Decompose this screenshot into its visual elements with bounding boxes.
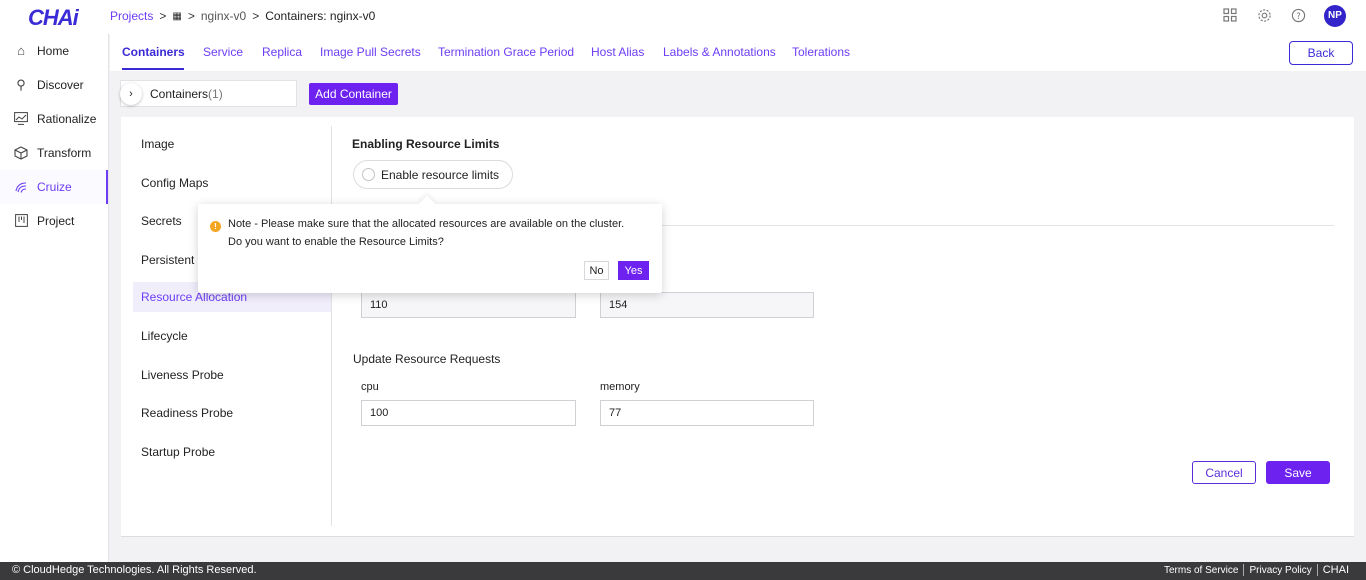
back-button[interactable]: Back [1289,41,1353,65]
tabs-bar: Containers Service Replica Image Pull Se… [110,34,1366,71]
sidebar-item-home[interactable]: ⌂ Home [0,34,108,68]
home-icon: ⌂ [17,43,25,58]
no-button[interactable]: No [584,261,609,280]
sidebar-item-project[interactable]: Project [0,204,108,238]
menu-item-startup-probe[interactable]: Startup Probe [141,445,215,459]
radio-icon [362,168,375,181]
header-actions: ? NP [1222,5,1366,27]
save-button[interactable]: Save [1266,461,1330,484]
cube-icon [14,146,28,160]
privacy-link[interactable]: Privacy Policy [1244,565,1316,576]
menu-item-persistent-volume[interactable]: Persistent V [141,253,206,267]
user-avatar[interactable]: NP [1324,5,1346,27]
breadcrumb-separator: > [159,9,167,23]
chevron-right-icon[interactable]: › [120,82,142,105]
svg-text:?: ? [1296,11,1300,21]
breadcrumb-project[interactable]: nginx-v0 [201,9,246,23]
tab-tolerations[interactable]: Tolerations [792,45,850,59]
grid-icon[interactable]: ▦ [172,11,181,22]
limit-memory-field[interactable]: 154 [600,292,814,318]
chai-logo[interactable]: CHAi [28,5,79,31]
terms-link[interactable]: Terms of Service [1159,565,1243,576]
tab-service[interactable]: Service [203,45,243,59]
sidebar-item-label: Transform [37,146,92,160]
breadcrumb: Projects > ▦ > nginx-v0 > Containers: ng… [110,9,375,23]
panel-divider [331,126,332,526]
cancel-button[interactable]: Cancel [1192,461,1256,484]
sidebar-item-label: Project [37,214,75,228]
breadcrumb-separator: > [187,9,195,23]
menu-item-readiness-probe[interactable]: Readiness Probe [141,406,233,420]
help-icon[interactable]: ? [1290,8,1306,24]
warning-icon: ! [210,221,221,232]
container-config-panel: Image Config Maps Secrets Persistent V R… [121,117,1354,537]
top-bar: CHAi Projects > ▦ > nginx-v0 > Container… [0,0,1366,34]
requests-title: Update Resource Requests [353,352,501,366]
tab-image-pull-secrets[interactable]: Image Pull Secrets [320,45,421,59]
sidebar-item-cruize[interactable]: Cruize [0,170,108,204]
board-icon [14,214,28,228]
tab-termination-grace-period[interactable]: Termination Grace Period [438,45,574,59]
search-icon: ⚲ [16,77,26,92]
menu-item-config-maps[interactable]: Config Maps [141,176,208,190]
fingerprint-icon [14,180,28,194]
copyright-text: © CloudHedge Technologies. All Rights Re… [12,564,257,576]
breadcrumb-separator: > [252,9,260,23]
limit-cpu-field[interactable]: 110 [361,292,576,318]
chart-icon [14,112,28,126]
sidebar-item-label: Home [37,44,70,58]
request-memory-input[interactable]: 77 [600,400,814,426]
tab-containers[interactable]: Containers [122,45,185,59]
breadcrumb-projects[interactable]: Projects [110,9,153,23]
sidebar-item-transform[interactable]: Transform [0,136,108,170]
active-tab-indicator [122,68,184,70]
breadcrumb-current: Containers: nginx-v0 [265,9,376,23]
tab-host-alias[interactable]: Host Alias [591,45,644,59]
apps-grid-icon[interactable] [1222,8,1238,24]
request-cpu-input[interactable]: 100 [361,400,576,426]
containers-selector[interactable]: › Containers(1) [120,80,297,107]
sidebar-item-label: Discover [37,78,84,92]
popover-question: Do you want to enable the Resource Limit… [228,236,444,248]
cpu-label: cpu [361,381,379,393]
add-container-button[interactable]: Add Container [309,83,398,105]
resource-limits-popover: ! Note - Please make sure that the alloc… [198,195,662,293]
section-title: Enabling Resource Limits [352,137,500,151]
memory-label: memory [600,381,640,393]
tab-labels-annotations[interactable]: Labels & Annotations [663,45,776,59]
menu-item-image[interactable]: Image [141,137,174,151]
sidebar-item-label: Rationalize [37,112,97,126]
yes-button[interactable]: Yes [618,261,649,280]
sidebar-item-rationalize[interactable]: Rationalize [0,102,108,136]
footer: © CloudHedge Technologies. All Rights Re… [0,562,1366,580]
sidebar-item-label: Cruize [37,180,72,194]
tab-replica[interactable]: Replica [262,45,302,59]
footer-brand: CHAI [1322,564,1349,576]
footer-links: Terms of Service Privacy Policy CHAI [1159,564,1354,576]
radio-label: Enable resource limits [381,167,500,182]
popover-note: Note - Please make sure that the allocat… [228,218,625,230]
menu-item-secrets[interactable]: Secrets [141,214,182,228]
menu-item-liveness-probe[interactable]: Liveness Probe [141,368,224,382]
menu-item-lifecycle[interactable]: Lifecycle [141,329,188,343]
sidebar: ⌂ Home ⚲ Discover Rationalize Transform … [0,34,109,562]
enable-resource-limits-radio[interactable]: Enable resource limits [353,160,514,189]
sidebar-item-discover[interactable]: ⚲ Discover [0,68,108,102]
containers-label: Containers(1) [150,86,223,101]
gear-icon[interactable] [1256,8,1272,24]
